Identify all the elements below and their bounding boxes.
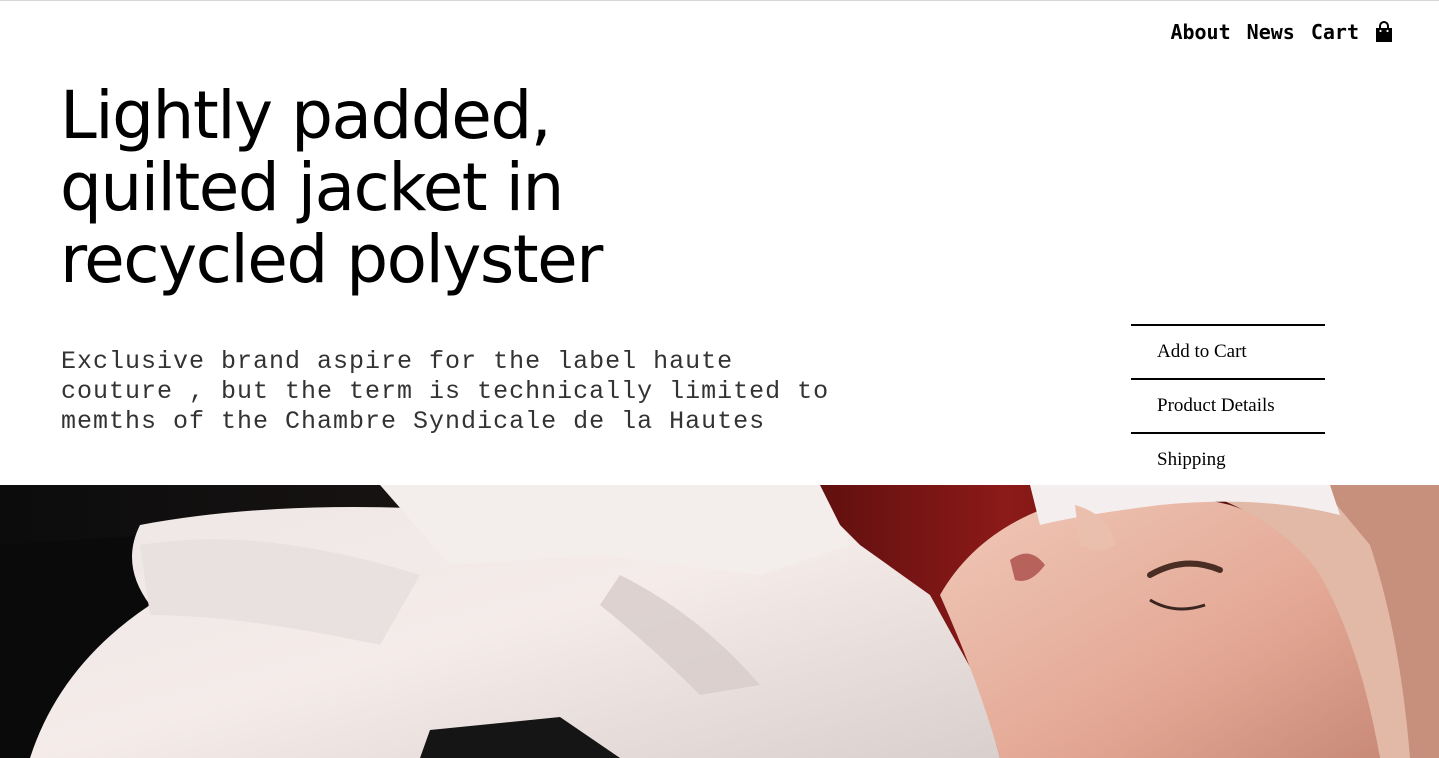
nav-about-link[interactable]: About xyxy=(1170,18,1230,46)
hero-image xyxy=(0,485,1439,758)
product-title: Lightly padded, quilted jacket in recycl… xyxy=(60,77,603,298)
product-description: Exclusive brand aspire for the label hau… xyxy=(61,347,830,436)
product-details-tab[interactable]: Product Details xyxy=(1131,378,1325,432)
top-divider xyxy=(0,0,1439,1)
shipping-tab[interactable]: Shipping xyxy=(1131,432,1325,486)
product-action-menu: Add to Cart Product Details Shipping xyxy=(1131,324,1325,486)
add-to-cart-button[interactable]: Add to Cart xyxy=(1131,324,1325,378)
shopping-bag-icon[interactable] xyxy=(1375,21,1393,43)
top-navigation: About News Cart xyxy=(1170,18,1393,46)
nav-cart-link[interactable]: Cart xyxy=(1311,18,1359,46)
nav-news-link[interactable]: News xyxy=(1247,18,1295,46)
